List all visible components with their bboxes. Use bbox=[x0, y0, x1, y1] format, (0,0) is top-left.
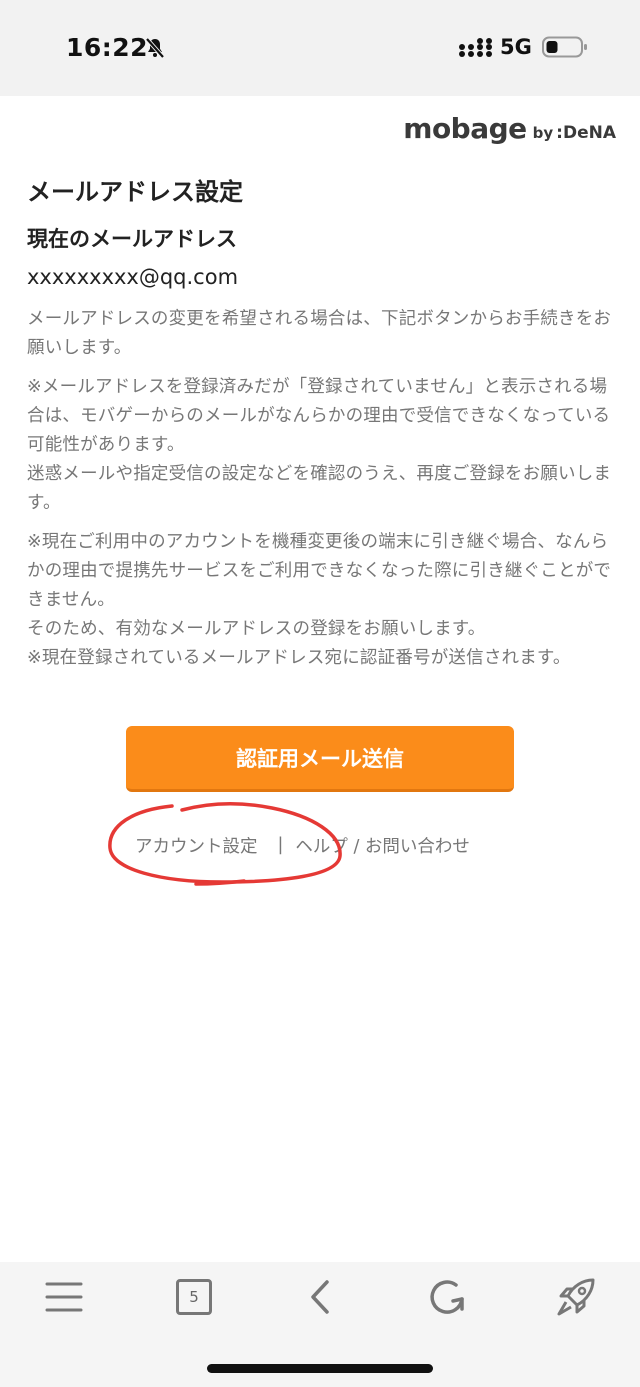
notice-line: そのため、有効なメールアドレスの登録をお願いします。 bbox=[27, 619, 486, 639]
mobage-logo[interactable]: mobage by :DeNA bbox=[403, 112, 616, 146]
status-time: 16:22 bbox=[66, 33, 149, 62]
notice-line: ※メールアドレスを登録済みだが「登録されていません」と表示される場合は、モバゲー… bbox=[27, 377, 611, 455]
rocket-button[interactable] bbox=[554, 1275, 598, 1319]
change-instructions: メールアドレスの変更を希望される場合は、下記ボタンからお手続きをお願いします。 bbox=[27, 305, 615, 363]
back-button[interactable] bbox=[298, 1275, 342, 1319]
status-bar: 16:22 5G bbox=[0, 0, 640, 96]
not-registered-notice: ※メールアドレスを登録済みだが「登録されていません」と表示される場合は、モバゲー… bbox=[27, 373, 615, 518]
current-email-heading: 現在のメールアドレス bbox=[27, 227, 237, 251]
logo-by-text: by bbox=[532, 124, 554, 142]
battery-icon bbox=[542, 36, 587, 58]
signal-icon bbox=[459, 38, 492, 57]
account-settings-link[interactable]: アカウント設定 bbox=[135, 833, 258, 858]
menu-icon bbox=[45, 1282, 83, 1312]
footer-links: アカウント設定 | ヘルプ / お問い合わせ bbox=[135, 830, 470, 860]
main-content: メールアドレス設定 現在のメールアドレス xxxxxxxxx@qq.com メー… bbox=[27, 172, 615, 673]
back-icon bbox=[311, 1280, 329, 1314]
bell-slash-icon bbox=[145, 37, 165, 59]
link-separator: | bbox=[277, 835, 284, 855]
send-verification-email-button[interactable]: 認証用メール送信 bbox=[126, 726, 514, 792]
reload-icon bbox=[430, 1280, 464, 1314]
logo-dena-text: :DeNA bbox=[556, 123, 616, 143]
tabs-button[interactable]: 5 bbox=[170, 1275, 214, 1319]
tabs-icon: 5 bbox=[176, 1279, 212, 1315]
notice-line: ※現在登録されているメールアドレス宛に認証番号が送信されます。 bbox=[27, 648, 571, 668]
network-label: 5G bbox=[500, 35, 532, 59]
rocket-icon bbox=[557, 1278, 595, 1316]
reload-button[interactable] bbox=[426, 1275, 470, 1319]
logo-mobage-text: mobage bbox=[403, 112, 527, 145]
notice-line: 迷惑メールや指定受信の設定などを確認のうえ、再度ご登録をお願いします。 bbox=[27, 464, 612, 513]
help-contact-link[interactable]: ヘルプ / お問い合わせ bbox=[295, 833, 470, 858]
menu-button[interactable] bbox=[42, 1275, 86, 1319]
notice-line: ※現在ご利用中のアカウントを機種変更後の端末に引き継ぐ場合、なんらかの理由で提携… bbox=[27, 532, 612, 610]
instructions-text: メールアドレスの変更を希望される場合は、下記ボタンからお手続きをお願いします。 bbox=[27, 309, 612, 358]
page-title: メールアドレス設定 bbox=[27, 178, 243, 206]
home-indicator[interactable] bbox=[207, 1364, 433, 1373]
device-change-notice: ※現在ご利用中のアカウントを機種変更後の端末に引き継ぐ場合、なんらかの理由で提携… bbox=[27, 528, 615, 673]
current-email-value: xxxxxxxxx@qq.com bbox=[27, 265, 239, 289]
